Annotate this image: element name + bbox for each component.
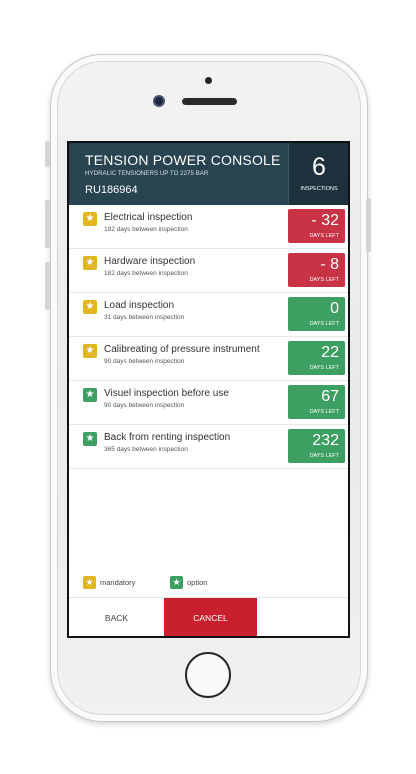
inspection-interval: 90 days between inspection	[104, 402, 185, 409]
equipment-id: RU186964	[85, 184, 138, 196]
inspection-row-visual[interactable]: ★ Visuel inspection before use 90 days b…	[69, 381, 348, 425]
equipment-title: TENSION POWER CONSOLE	[85, 152, 281, 168]
inspection-title: Visuel inspection before use	[104, 388, 229, 399]
inspection-interval: 182 days between inspection	[104, 270, 188, 277]
inspection-row-electrical[interactable]: ★ Electrical inspection 182 days between…	[69, 205, 348, 249]
power-button	[366, 198, 371, 252]
days-left-badge: 22 DAYS LEFT	[288, 341, 345, 375]
home-button[interactable]	[185, 652, 231, 698]
days-left-value: 232	[312, 432, 339, 449]
inspection-title: Calibreating of pressure instrument	[104, 344, 260, 355]
star-icon: ★	[83, 388, 97, 402]
star-icon: ★	[83, 300, 97, 314]
inspection-interval: 31 days between inspection	[104, 314, 185, 321]
days-left-label: DAYS LEFT	[309, 365, 339, 371]
proximity-sensor	[205, 77, 212, 84]
inspection-row-renting[interactable]: ★ Back from renting inspection 365 days …	[69, 425, 348, 469]
legend: ★ mandatory ★ option	[69, 572, 348, 594]
star-icon: ★	[83, 256, 97, 270]
inspection-interval: 365 days between inspection	[104, 446, 188, 453]
back-button[interactable]: BACK	[69, 598, 164, 636]
days-left-label: DAYS LEFT	[309, 321, 339, 327]
inspection-interval: 90 days between inspection	[104, 358, 185, 365]
inspection-title: Electrical inspection	[104, 212, 193, 223]
inspection-row-calibration[interactable]: ★ Calibreating of pressure instrument 90…	[69, 337, 348, 381]
days-left-badge: 67 DAYS LEFT	[288, 385, 345, 419]
days-left-label: DAYS LEFT	[309, 277, 339, 283]
equipment-subtitle: HYDRALIC TENSIONERS UP TO 2275 BAR	[85, 170, 209, 177]
front-camera	[155, 97, 163, 105]
legend-mandatory-label: mandatory	[100, 578, 136, 587]
volume-up-button	[45, 200, 50, 248]
days-left-value: - 32	[311, 212, 339, 229]
days-left-badge: - 8 DAYS LEFT	[288, 253, 345, 287]
inspection-row-hardware[interactable]: ★ Hardware inspection 182 days between i…	[69, 249, 348, 293]
inspection-title: Load inspection	[104, 300, 175, 311]
star-icon: ★	[83, 576, 96, 589]
star-icon: ★	[83, 344, 97, 358]
inspection-interval: 182 days between inspection	[104, 226, 188, 233]
star-icon: ★	[83, 432, 97, 446]
volume-down-button	[45, 262, 50, 310]
equipment-header: TENSION POWER CONSOLE HYDRALIC TENSIONER…	[69, 143, 348, 205]
days-left-value: 0	[330, 300, 339, 317]
inspection-title: Hardware inspection	[104, 256, 196, 267]
days-left-value: - 8	[320, 256, 339, 273]
app-screen: TENSION POWER CONSOLE HYDRALIC TENSIONER…	[67, 141, 350, 638]
days-left-badge: 0 DAYS LEFT	[288, 297, 345, 331]
legend-option-label: option	[187, 578, 208, 587]
inspection-count-panel: 6 INSPECTIONS	[288, 143, 348, 205]
inspection-row-load[interactable]: ★ Load inspection 31 days between inspec…	[69, 293, 348, 337]
star-icon: ★	[170, 576, 183, 589]
days-left-label: DAYS LEFT	[309, 233, 339, 239]
inspection-count: 6	[312, 153, 326, 181]
days-left-label: DAYS LEFT	[309, 453, 339, 459]
inspection-title: Back from renting inspection	[104, 432, 231, 443]
footer-bar: BACK CANCEL	[69, 597, 348, 636]
days-left-label: DAYS LEFT	[309, 409, 339, 415]
days-left-value: 22	[321, 344, 339, 361]
days-left-value: 67	[321, 388, 339, 405]
inspection-count-label: INSPECTIONS	[300, 186, 338, 192]
star-icon: ★	[83, 212, 97, 226]
earpiece-speaker	[182, 98, 237, 105]
cancel-button[interactable]: CANCEL	[164, 598, 257, 636]
days-left-badge: 232 DAYS LEFT	[288, 429, 345, 463]
days-left-badge: - 32 DAYS LEFT	[288, 209, 345, 243]
mute-switch	[45, 141, 50, 167]
